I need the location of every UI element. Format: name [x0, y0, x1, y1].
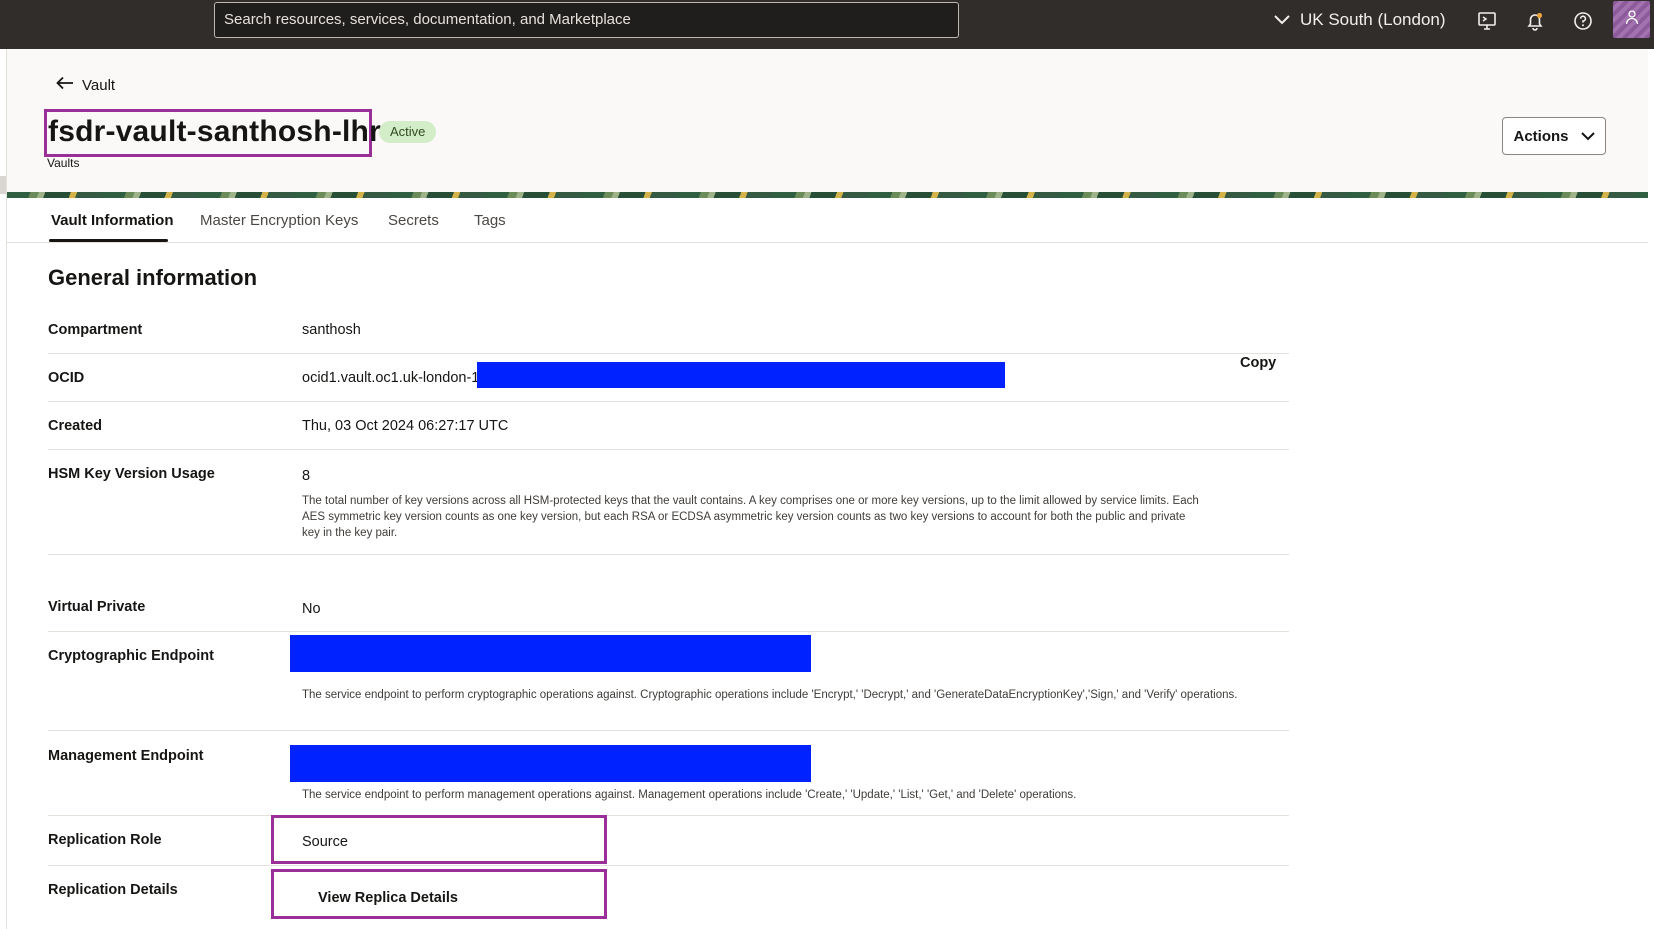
help-icon[interactable]	[1572, 10, 1594, 32]
page-header: Vault fsdr-vault-santhosh-lhr Active Vau…	[7, 49, 1648, 198]
divider	[48, 554, 1289, 555]
actions-label: Actions	[1513, 127, 1569, 145]
virtual-private-label: Virtual Private	[48, 599, 146, 615]
tab-secrets[interactable]: Secrets	[388, 212, 439, 229]
status-badge: Active	[379, 121, 437, 143]
management-endpoint-redaction	[290, 745, 811, 782]
arrow-left-icon	[56, 76, 74, 94]
created-label: Created	[48, 418, 102, 434]
tab-bar: Vault Information Master Encryption Keys…	[7, 198, 1648, 243]
management-endpoint-label: Management Endpoint	[48, 748, 204, 764]
divider	[48, 730, 1289, 731]
ocid-value: ocid1.vault.oc1.uk-london-1	[302, 370, 480, 386]
vault-information-panel: General information Compartment santhosh…	[7, 243, 1648, 929]
crypto-endpoint-label: Cryptographic Endpoint	[48, 648, 214, 664]
top-navigation-bar: Search resources, services, documentatio…	[0, 0, 1654, 49]
created-value: Thu, 03 Oct 2024 06:27:17 UTC	[302, 418, 509, 434]
cloud-shell-icon[interactable]	[1476, 10, 1498, 32]
nav-collapse-handle[interactable]	[0, 176, 6, 194]
replication-role-label: Replication Role	[48, 832, 162, 848]
hsm-usage-label: HSM Key Version Usage	[48, 466, 215, 482]
tab-tags[interactable]: Tags	[474, 212, 506, 229]
virtual-private-value: No	[302, 601, 321, 617]
hsm-usage-help: The total number of key versions across …	[302, 495, 1199, 539]
crypto-endpoint-redaction	[290, 635, 811, 672]
user-icon	[1624, 9, 1640, 30]
tab-master-encryption-keys[interactable]: Master Encryption Keys	[200, 212, 358, 229]
breadcrumb[interactable]: Vaults	[47, 156, 79, 170]
copy-ocid-button[interactable]: Copy	[1240, 355, 1276, 371]
compartment-label: Compartment	[48, 322, 143, 338]
replication-role-value: Source	[302, 834, 348, 850]
region-label: UK South (London)	[1300, 10, 1446, 29]
replication-details-label: Replication Details	[48, 882, 178, 898]
active-tab-indicator	[49, 239, 168, 242]
search-input[interactable]: Search resources, services, documentatio…	[214, 2, 959, 38]
chevron-down-icon	[1274, 10, 1290, 30]
management-endpoint-help: The service endpoint to perform manageme…	[302, 789, 1077, 801]
region-selector[interactable]: UK South (London)	[1274, 8, 1446, 32]
left-gutter	[0, 49, 7, 929]
divider	[48, 353, 1289, 354]
bell-icon[interactable]	[1524, 10, 1546, 32]
divider	[48, 865, 1289, 866]
hsm-usage-value: 8	[302, 468, 311, 484]
page-title: fsdr-vault-santhosh-lhr	[48, 115, 381, 148]
divider	[48, 449, 1289, 450]
actions-menu-button[interactable]: Actions	[1502, 117, 1606, 155]
back-link[interactable]: Vault	[56, 76, 115, 94]
compartment-value: santhosh	[302, 322, 361, 338]
ocid-redaction	[477, 362, 1005, 388]
chevron-down-icon	[1580, 128, 1595, 145]
view-replica-details-link[interactable]: View Replica Details	[318, 890, 458, 906]
crypto-endpoint-help: The service endpoint to perform cryptogr…	[302, 689, 1238, 701]
back-link-label: Vault	[82, 76, 116, 94]
ocid-label: OCID	[48, 370, 85, 386]
divider	[48, 815, 1289, 816]
tab-vault-information[interactable]: Vault Information	[51, 212, 174, 229]
user-avatar[interactable]	[1613, 1, 1650, 38]
divider	[48, 631, 1289, 632]
section-title: General information	[48, 265, 258, 290]
divider	[48, 401, 1289, 402]
